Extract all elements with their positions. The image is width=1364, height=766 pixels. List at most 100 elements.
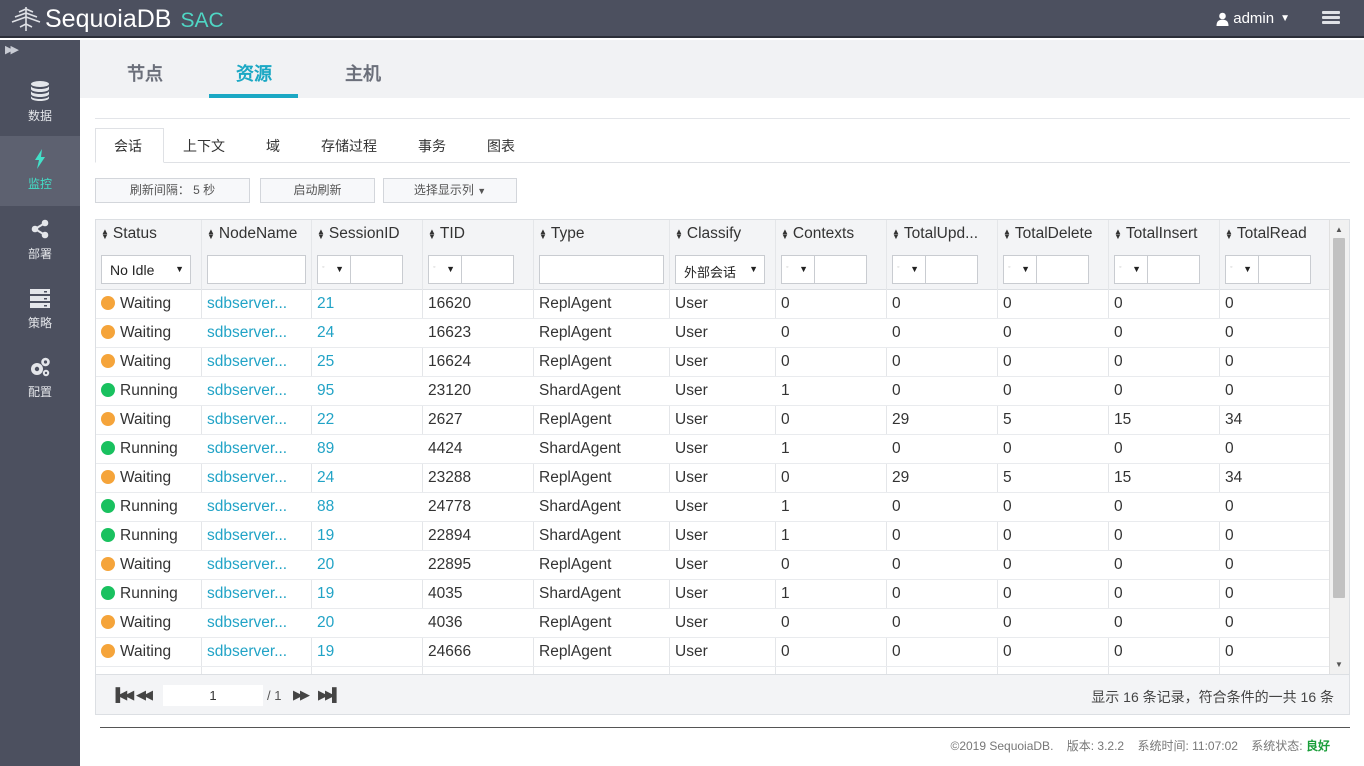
sidebar-item-data[interactable]: 数据 — [0, 74, 80, 140]
table-row[interactable]: Running sdbserver... 88 24778 ShardAgent User… — [96, 493, 1331, 522]
tab-nodes[interactable]: 节点 — [127, 60, 163, 86]
column-header[interactable]: ▲ ▼ TotalInsert — [1114, 225, 1217, 243]
classify-filter-select[interactable]: 外部会话 ▼ — [675, 255, 765, 284]
status-filter-select[interactable]: No Idle ▼ — [101, 255, 191, 284]
tab-transactions[interactable]: 事务 — [418, 136, 446, 156]
column-filter-input[interactable] — [926, 255, 978, 284]
scroll-up-icon[interactable]: ▲ — [1335, 225, 1343, 234]
double-chevron-right-icon[interactable]: ▶▶ — [5, 43, 19, 56]
column-filter-input[interactable] — [1259, 255, 1311, 284]
last-page-icon[interactable]: ▶▶▌ — [318, 687, 341, 703]
start-refresh-button[interactable]: 启动刷新 — [260, 178, 375, 203]
table-row[interactable]: Waiting sdbserver... 24 16623 ReplAgent User 0… — [96, 319, 1331, 348]
user-menu[interactable]: admin ▼ — [1216, 10, 1290, 27]
sort-icon[interactable]: ▲ ▼ — [892, 227, 900, 240]
column-header[interactable]: ▲ ▼ TID — [428, 225, 531, 243]
table-row[interactable]: Waiting sdbserver... 20 22895 ReplAgent User 0… — [96, 551, 1331, 580]
session-id-link[interactable]: 19 — [317, 527, 418, 545]
sort-icon[interactable]: ▲ ▼ — [1003, 227, 1011, 240]
column-filter-input[interactable] — [462, 255, 514, 284]
node-name-link[interactable]: sdbserver... — [207, 295, 307, 313]
session-id-link[interactable]: 20 — [317, 556, 418, 574]
select-columns-button[interactable]: 选择显示列 ▼ — [383, 178, 517, 203]
column-header[interactable]: ▲ ▼ Contexts — [781, 225, 884, 243]
column-filter-input[interactable] — [1037, 255, 1089, 284]
refresh-interval-button[interactable]: 刷新间隔： 5 秒 — [95, 178, 250, 203]
sort-icon[interactable]: ▲ ▼ — [781, 227, 789, 240]
column-header[interactable]: ▲ ▼ Type — [539, 225, 667, 243]
sort-icon[interactable]: ▲ ▼ — [428, 227, 436, 240]
operator-select[interactable]: ◦ ▼ — [781, 255, 815, 284]
app-logo[interactable]: SequoiaDB SAC — [10, 4, 224, 34]
table-row[interactable]: Running sdbserver... 19 4035 ShardAgent User 1… — [96, 580, 1331, 609]
node-name-link[interactable]: sdbserver... — [207, 440, 307, 458]
tab-charts[interactable]: 图表 — [487, 136, 515, 156]
table-row[interactable]: Running sdbserver... 95 23120 ShardAgent User… — [96, 377, 1331, 406]
sort-icon[interactable]: ▲ ▼ — [1225, 227, 1233, 240]
node-name-link[interactable]: sdbserver... — [207, 382, 307, 400]
node-name-link[interactable]: sdbserver... — [207, 643, 307, 661]
session-id-link[interactable]: 19 — [317, 643, 418, 661]
tab-resources[interactable]: 资源 — [236, 60, 272, 86]
node-name-link[interactable]: sdbserver... — [207, 614, 307, 632]
session-id-link[interactable]: 89 — [317, 440, 418, 458]
table-row[interactable]: Waiting sdbserver... 21 16620 ReplAgent User 0… — [96, 290, 1331, 319]
column-header[interactable]: ▲ ▼ NodeName — [207, 225, 309, 243]
node-name-link[interactable]: sdbserver... — [207, 585, 307, 603]
column-header[interactable]: ▲ ▼ TotalDelete — [1003, 225, 1106, 243]
session-id-link[interactable]: 24 — [317, 324, 418, 342]
tab-hosts[interactable]: 主机 — [345, 60, 381, 86]
sort-icon[interactable]: ▲ ▼ — [539, 227, 547, 240]
operator-select[interactable]: ◦ ▼ — [1114, 255, 1148, 284]
table-row[interactable]: Waiting sdbserver... 24 23288 ReplAgent User 0… — [96, 464, 1331, 493]
column-filter-input[interactable] — [815, 255, 867, 284]
column-header[interactable]: ▲ ▼ Status — [101, 225, 199, 243]
operator-select[interactable]: ◦ ▼ — [1003, 255, 1037, 284]
session-id-link[interactable]: 88 — [317, 498, 418, 516]
node-name-link[interactable]: sdbserver... — [207, 324, 307, 342]
session-id-link[interactable]: 25 — [317, 353, 418, 371]
tab-contexts[interactable]: 上下文 — [183, 136, 225, 156]
session-id-link[interactable]: 95 — [317, 382, 418, 400]
column-filter-input[interactable] — [539, 255, 664, 284]
table-row[interactable]: Waiting sdbserver... 19 24666 ReplAgent User 0… — [96, 638, 1331, 667]
tab-procedures[interactable]: 存储过程 — [321, 136, 377, 156]
sort-icon[interactable]: ▲ ▼ — [1114, 227, 1122, 240]
scroll-down-icon[interactable]: ▼ — [1335, 660, 1343, 669]
column-header[interactable]: ▲ ▼ Classify — [675, 225, 773, 243]
operator-select[interactable]: ◦ ▼ — [428, 255, 462, 284]
column-header[interactable]: ▲ ▼ SessionID — [317, 225, 420, 243]
next-page-icon[interactable]: ▶▶ — [293, 687, 310, 703]
table-row[interactable]: Waiting sdbserver... 20 4036 ReplAgent User 0 0… — [96, 609, 1331, 638]
sort-icon[interactable]: ▲ ▼ — [317, 227, 325, 240]
table-row[interactable]: Running sdbserver... 89 4424 ShardAgent User 1… — [96, 435, 1331, 464]
sort-icon[interactable]: ▲ ▼ — [207, 227, 215, 240]
column-filter-input[interactable] — [351, 255, 403, 284]
tab-domains[interactable]: 域 — [266, 136, 280, 156]
sort-icon[interactable]: ▲ ▼ — [675, 227, 683, 240]
sort-icon[interactable]: ▲ ▼ — [101, 227, 109, 240]
node-name-link[interactable]: sdbserver... — [207, 556, 307, 574]
table-row[interactable]: Waiting sdbserver... 22 2627 ReplAgent User 0 2… — [96, 406, 1331, 435]
column-header[interactable]: ▲ ▼ TotalRead — [1225, 225, 1328, 243]
node-name-link[interactable]: sdbserver... — [207, 527, 307, 545]
sidebar-item-deploy[interactable]: 部署 — [0, 218, 80, 284]
node-name-link[interactable]: sdbserver... — [207, 469, 307, 487]
menu-icon[interactable] — [1322, 11, 1340, 25]
operator-select[interactable]: ◦ ▼ — [1225, 255, 1259, 284]
table-row[interactable]: Waiting sdbserver... 25 16624 ReplAgent User 0… — [96, 348, 1331, 377]
column-header[interactable]: ▲ ▼ TotalUpd... — [892, 225, 995, 243]
operator-select[interactable]: ◦ ▼ — [317, 255, 351, 284]
operator-select[interactable]: ◦ ▼ — [892, 255, 926, 284]
column-filter-input[interactable] — [207, 255, 306, 284]
sidebar-item-policy[interactable]: 策略 — [0, 287, 80, 353]
page-input[interactable]: 1 — [163, 685, 263, 706]
session-id-link[interactable]: 19 — [317, 585, 418, 603]
node-name-link[interactable]: sdbserver... — [207, 411, 307, 429]
prev-page-icon[interactable]: ◀◀ — [136, 687, 153, 703]
sidebar-item-config[interactable]: 配置 — [0, 356, 80, 422]
first-page-icon[interactable]: ▐◀◀ — [111, 687, 134, 703]
session-id-link[interactable]: 24 — [317, 469, 418, 487]
session-id-link[interactable]: 21 — [317, 295, 418, 313]
tab-sessions[interactable]: 会话 — [114, 136, 142, 156]
